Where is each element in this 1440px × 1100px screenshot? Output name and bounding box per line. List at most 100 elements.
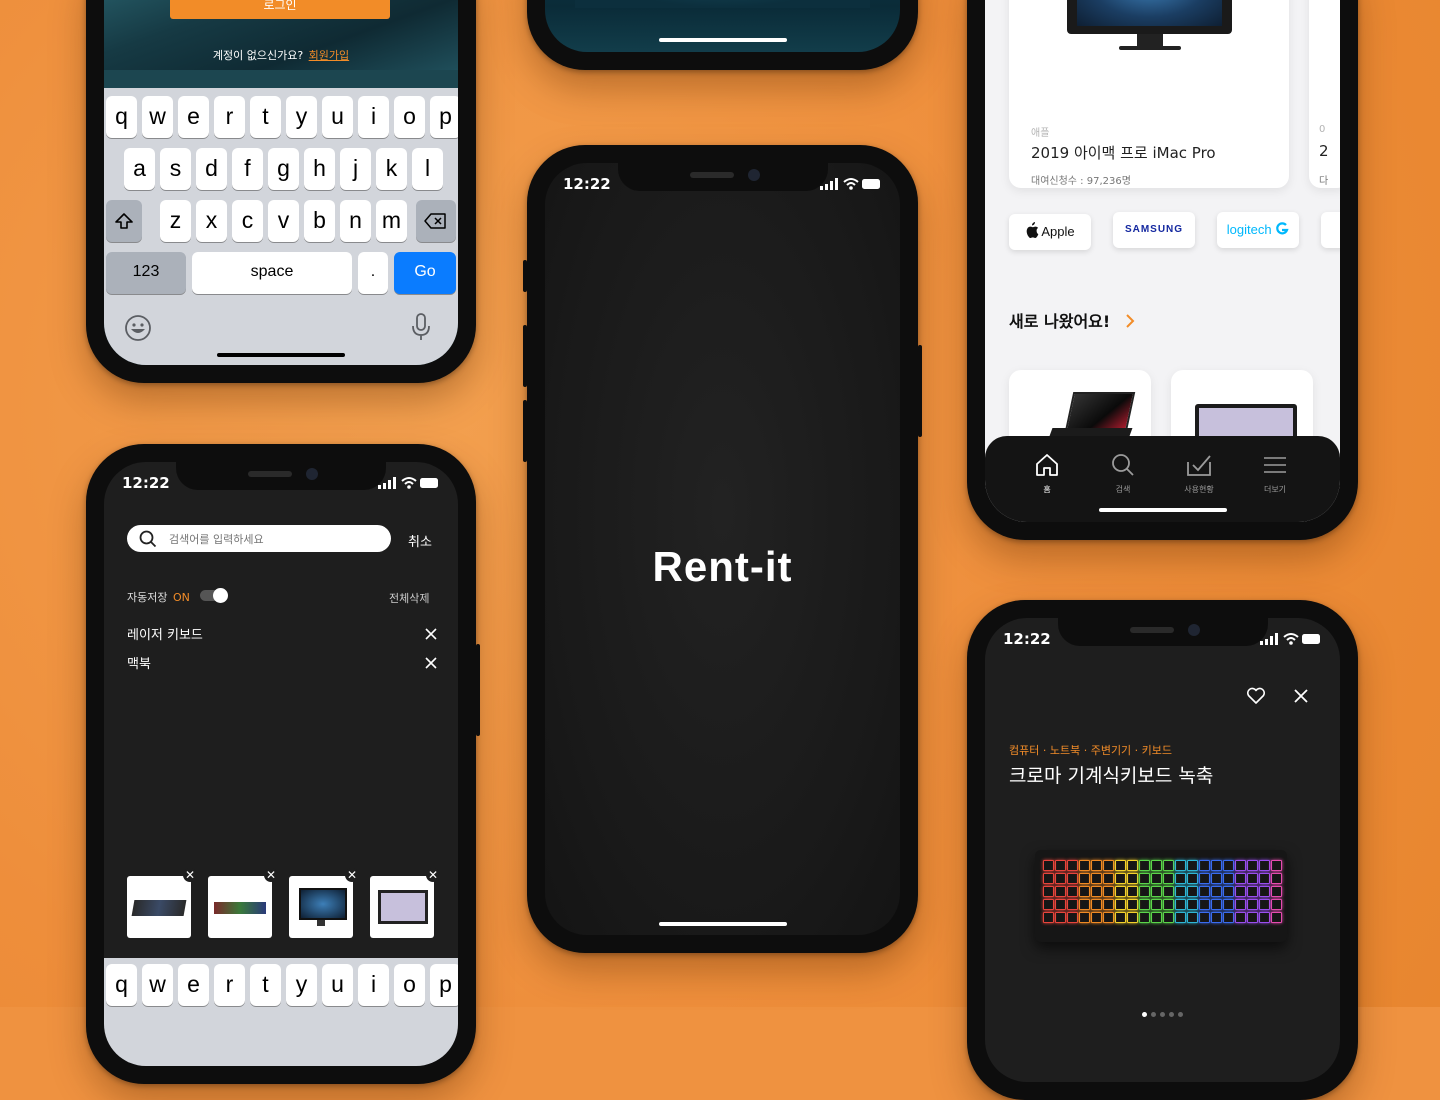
key-d[interactable]: d: [196, 148, 227, 190]
clear-all-button[interactable]: 전체삭제: [389, 590, 429, 606]
key-y[interactable]: y: [286, 96, 317, 138]
key-g[interactable]: g: [268, 148, 299, 190]
product-image-laptop: [1064, 392, 1136, 432]
status-bar: 12:22: [1003, 630, 1322, 650]
search-box[interactable]: [127, 525, 391, 552]
microphone-icon[interactable]: [410, 312, 432, 346]
space-key[interactable]: space: [192, 252, 352, 294]
emoji-icon[interactable]: [124, 314, 152, 346]
autosave-state: ON: [172, 591, 190, 604]
key-n[interactable]: n: [340, 200, 371, 242]
recent-thumb-monitor[interactable]: ✕: [370, 868, 440, 938]
key-u[interactable]: u: [322, 96, 353, 138]
tab-more-label: 더보기: [1263, 485, 1287, 494]
numbers-key[interactable]: 123: [106, 252, 186, 294]
key-i[interactable]: i: [358, 96, 389, 138]
brand-logitech-label: logitech: [1226, 222, 1272, 237]
key-q[interactable]: q: [106, 964, 137, 1006]
phone-search: 12:22 취소 자동저장 ON 전체삭제 레이저 키보드 맥북: [86, 444, 480, 1084]
key-z[interactable]: z: [160, 200, 191, 242]
key-y[interactable]: y: [286, 964, 317, 1006]
tab-usage[interactable]: 사용현황: [1169, 452, 1229, 495]
key-r[interactable]: r: [214, 964, 245, 1006]
hero-image: [575, 0, 870, 8]
key-c[interactable]: c: [232, 200, 263, 242]
brand-apple-label: Apple: [1041, 224, 1075, 239]
recent-item[interactable]: 맥북: [127, 653, 437, 673]
close-icon[interactable]: [1294, 689, 1308, 703]
key-x[interactable]: x: [196, 200, 227, 242]
key-b[interactable]: b: [304, 200, 335, 242]
key-m[interactable]: m: [376, 200, 407, 242]
brand-samsung[interactable]: SAMSUNG: [1113, 212, 1195, 248]
product-breadcrumb: 컴퓨터 · 노트북 · 주변기기 · 키보드: [1009, 744, 1173, 757]
period-key[interactable]: .: [358, 252, 388, 294]
key-i[interactable]: i: [358, 964, 389, 1006]
key-l[interactable]: l: [412, 148, 443, 190]
heart-icon[interactable]: [1246, 687, 1266, 705]
autosave-toggle[interactable]: [200, 588, 228, 603]
delete-key[interactable]: [416, 200, 456, 242]
key-p[interactable]: p: [430, 96, 458, 138]
recent-thumb-keyboard[interactable]: ✕: [127, 868, 197, 938]
brand-apple[interactable]: Apple: [1009, 214, 1091, 250]
key-q[interactable]: q: [106, 96, 137, 138]
cancel-button[interactable]: 취소: [408, 531, 432, 550]
key-u[interactable]: u: [322, 964, 353, 1006]
key-e[interactable]: e: [178, 96, 209, 138]
tab-usage-label: 사용현황: [1184, 485, 1214, 494]
brand-partial[interactable]: [1321, 212, 1340, 248]
next-product-card[interactable]: 0 2 다: [1309, 0, 1340, 188]
recent-thumb-keyboard-rgb[interactable]: ✕: [208, 868, 278, 938]
remove-thumb-button[interactable]: ✕: [426, 868, 440, 882]
home-indicator: [217, 353, 345, 357]
key-s[interactable]: s: [160, 148, 191, 190]
tab-more[interactable]: 더보기: [1245, 452, 1305, 495]
close-icon[interactable]: [425, 657, 437, 669]
key-t[interactable]: t: [250, 964, 281, 1006]
key-h[interactable]: h: [304, 148, 335, 190]
key-r[interactable]: r: [214, 96, 245, 138]
status-time: 12:22: [1003, 630, 1051, 648]
remove-thumb-button[interactable]: ✕: [345, 868, 359, 882]
new-section-header[interactable]: 새로 나왔어요!: [1009, 308, 1135, 332]
phone-home: 애플 2019 아이맥 프로 iMac Pro 대여신청수 : 97,236명 …: [967, 0, 1358, 540]
key-a[interactable]: a: [124, 148, 155, 190]
signup-prompt: 계정이 없으신가요? 회원가입: [104, 47, 458, 63]
key-p[interactable]: p: [430, 964, 458, 1006]
new-section-title: 새로 나왔어요!: [1009, 312, 1111, 331]
login-button-label: 로그인: [263, 0, 297, 12]
close-icon[interactable]: [425, 628, 437, 640]
go-key[interactable]: Go: [394, 252, 456, 294]
recent-item[interactable]: 레이저 키보드: [127, 624, 437, 644]
featured-product-card[interactable]: 애플 2019 아이맥 프로 iMac Pro 대여신청수 : 97,236명: [1009, 0, 1289, 188]
brand-samsung-label: SAMSUNG: [1124, 224, 1184, 235]
status-time: 12:22: [563, 175, 611, 193]
key-e[interactable]: e: [178, 964, 209, 1006]
signup-link[interactable]: 회원가입: [309, 49, 349, 62]
key-t[interactable]: t: [250, 96, 281, 138]
status-bar: 12:22: [122, 474, 440, 494]
shift-key[interactable]: [106, 200, 142, 242]
remove-thumb-button[interactable]: ✕: [264, 868, 278, 882]
recent-thumb-imac[interactable]: ✕: [289, 868, 359, 938]
search-input[interactable]: [167, 529, 381, 549]
home-indicator: [658, 922, 787, 926]
key-w[interactable]: w: [142, 964, 173, 1006]
tab-search[interactable]: 검색: [1093, 452, 1153, 495]
key-k[interactable]: k: [376, 148, 407, 190]
key-j[interactable]: j: [340, 148, 371, 190]
key-w[interactable]: w: [142, 96, 173, 138]
menu-icon: [1264, 457, 1286, 473]
tab-bar: 홈 검색 사용현황 더보기: [985, 436, 1340, 522]
login-button[interactable]: 로그인: [170, 0, 390, 19]
key-v[interactable]: v: [268, 200, 299, 242]
remove-thumb-button[interactable]: ✕: [183, 868, 197, 882]
key-f[interactable]: f: [232, 148, 263, 190]
status-icons: [820, 178, 880, 190]
brand-logitech[interactable]: logitech: [1217, 212, 1299, 248]
tab-home[interactable]: 홈: [1017, 452, 1077, 495]
phone-detail: 12:22 컴퓨터 · 노트북 · 주변기기 · 키보드 크로마 기계식키보드 …: [967, 600, 1358, 1100]
key-o[interactable]: o: [394, 964, 425, 1006]
key-o[interactable]: o: [394, 96, 425, 138]
